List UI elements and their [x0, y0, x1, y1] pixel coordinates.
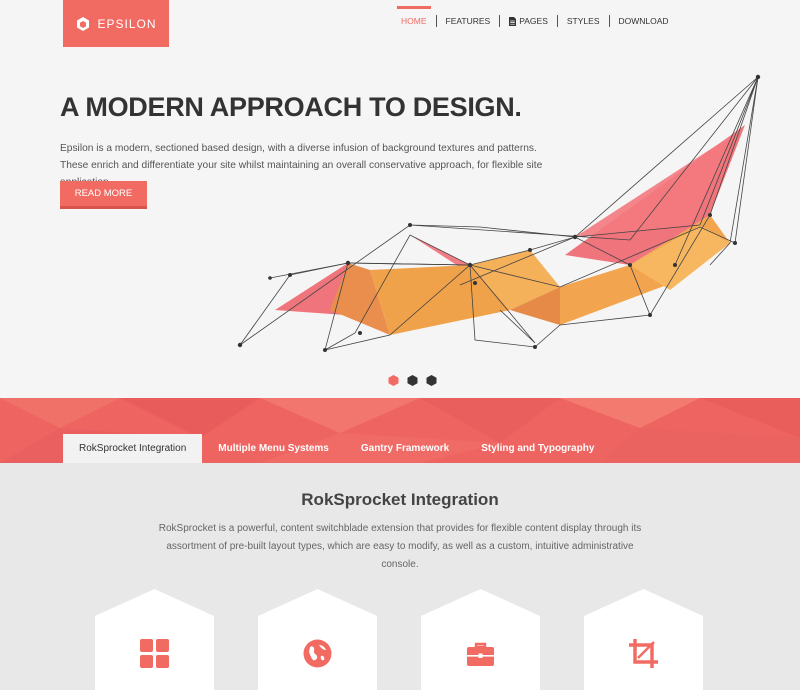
slide-dot[interactable] — [426, 375, 437, 386]
briefcase-icon — [467, 642, 494, 666]
grid-icon — [140, 639, 169, 668]
logo-text: EPSILON — [97, 16, 157, 31]
nav-label: PAGES — [519, 16, 548, 26]
feature-card[interactable] — [421, 589, 540, 690]
hero-section: EPSILON HOME FEATURES PAGES STYLES DOWNL… — [0, 0, 800, 398]
nav-label: DOWNLOAD — [618, 16, 669, 26]
nav-item-home[interactable]: HOME — [392, 6, 436, 26]
feature-card[interactable] — [584, 589, 703, 690]
nav-item-download[interactable]: DOWNLOAD — [610, 16, 678, 26]
globe-icon — [303, 639, 332, 668]
hexagon-logo-icon — [77, 16, 90, 31]
tab-roksprocket[interactable]: RokSprocket Integration — [63, 434, 203, 463]
nav-item-styles[interactable]: STYLES — [558, 16, 609, 26]
tab-menu-systems[interactable]: Multiple Menu Systems — [202, 434, 345, 463]
tab-styling[interactable]: Styling and Typography — [465, 434, 610, 463]
crop-icon — [629, 639, 658, 668]
slide-dot[interactable] — [407, 375, 418, 386]
logo[interactable]: EPSILON — [63, 0, 169, 47]
tab-gantry[interactable]: Gantry Framework — [345, 434, 465, 463]
feature-card[interactable] — [258, 589, 377, 690]
tab-content: RokSprocket Integration RokSprocket is a… — [0, 463, 800, 690]
section-description: RokSprocket is a powerful, content switc… — [158, 523, 642, 570]
nav-item-features[interactable]: FEATURES — [437, 16, 500, 26]
read-more-button[interactable]: READ MORE — [60, 181, 147, 209]
feature-card[interactable] — [95, 589, 214, 690]
section-title: RokSprocket Integration — [301, 490, 499, 509]
nav-label: FEATURES — [445, 16, 491, 26]
nav-label: STYLES — [566, 16, 600, 26]
polygon-illustration — [237, 74, 761, 352]
tabs-band: RokSprocket Integration Multiple Menu Sy… — [0, 398, 800, 463]
main-nav: HOME FEATURES PAGES STYLES DOWNLOAD — [392, 6, 678, 32]
feature-tabs: RokSprocket Integration Multiple Menu Sy… — [63, 434, 610, 463]
nav-item-pages[interactable]: PAGES — [500, 16, 557, 26]
slider-pagination — [388, 375, 437, 386]
nav-label: HOME — [401, 16, 427, 26]
document-icon — [509, 16, 517, 26]
slide-dot-active[interactable] — [388, 375, 399, 386]
